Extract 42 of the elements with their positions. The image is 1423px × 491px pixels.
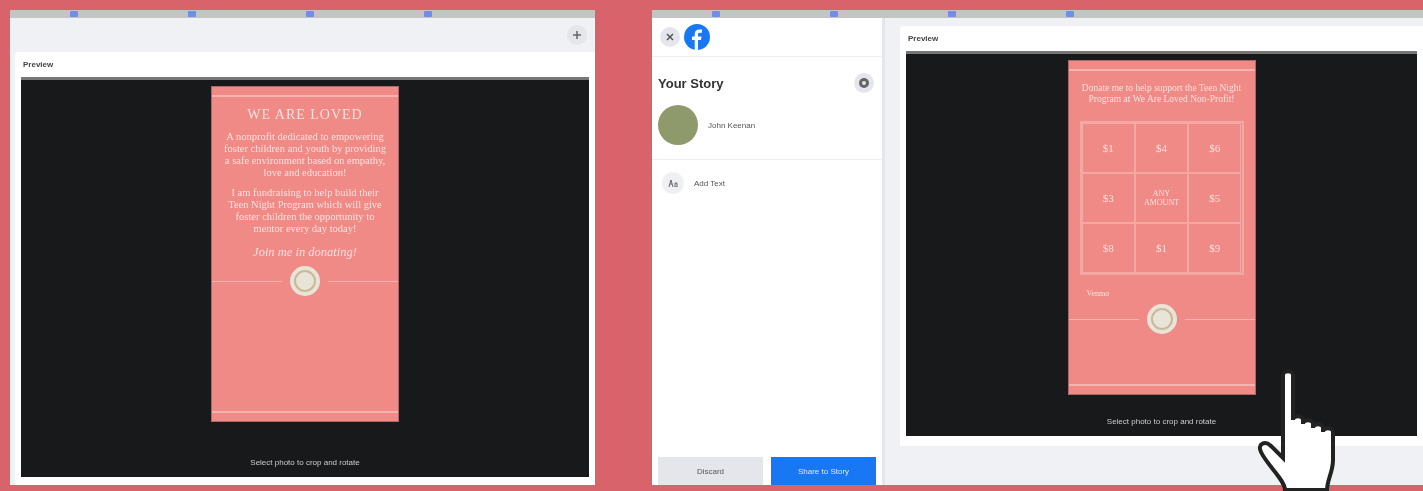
favicon-icon[interactable] — [1066, 11, 1074, 17]
discard-button[interactable]: Discard — [658, 457, 763, 485]
favicon-icon[interactable] — [712, 11, 720, 17]
favicon-icon[interactable] — [948, 11, 956, 17]
preview-caption: Select photo to crop and rotate — [1106, 416, 1217, 428]
amount-cell: $8 — [1081, 223, 1135, 273]
story-paragraph: I am fundraising to help build their Teen Night Program which will give foster children the opportunity to mentor every day today! — [227, 187, 383, 235]
close-icon — [666, 32, 674, 41]
story-heading: WE ARE LOVED — [247, 107, 363, 123]
seal-icon — [290, 266, 320, 296]
amount-cell: $9 — [1188, 223, 1242, 273]
sidebar-title: Your Story — [658, 75, 724, 91]
share-button[interactable]: Share to Story — [771, 457, 876, 485]
amount-cell: $1 — [1081, 123, 1135, 173]
plus-icon — [573, 31, 581, 39]
close-button[interactable] — [660, 27, 680, 47]
favicon-icon[interactable] — [306, 11, 314, 17]
avatar — [658, 105, 698, 145]
settings-icon[interactable] — [854, 73, 874, 93]
favicon-icon[interactable] — [424, 11, 432, 17]
preview-title: Preview — [907, 33, 940, 45]
amount-cell: ANY AMOUNT — [1134, 173, 1189, 223]
favicon-icon[interactable] — [70, 11, 78, 17]
amount-cell: $5 — [1188, 173, 1242, 223]
favicon-icon[interactable] — [188, 11, 196, 17]
footer-label: Venmo — [1086, 289, 1110, 298]
amount-cell: $1 — [1134, 223, 1189, 273]
seal-icon — [1146, 304, 1177, 334]
story-paragraph: A nonprofit dedicated to empowering foster children and youth by providing a safe environment based on empathy, love and education! — [223, 131, 387, 179]
add-button[interactable] — [567, 25, 587, 45]
user-name: John Keenan — [708, 120, 756, 130]
preview-title: Preview — [22, 59, 55, 71]
text-icon — [668, 179, 678, 187]
call-to-action: Join me in donating! — [253, 245, 357, 260]
amount-cell: $3 — [1081, 173, 1135, 223]
favicon-icon[interactable] — [830, 11, 838, 17]
add-text-button[interactable]: Add Text — [652, 160, 882, 206]
logo-icon[interactable] — [684, 24, 710, 50]
amount-cell: $4 — [1134, 123, 1189, 173]
preview-caption: Select photo to crop and rotate — [250, 457, 360, 469]
story-heading: Donate me to help support the Teen Night Program at We Are Loved Non-Profit! — [1080, 83, 1243, 105]
amount-cell: $6 — [1188, 123, 1242, 173]
